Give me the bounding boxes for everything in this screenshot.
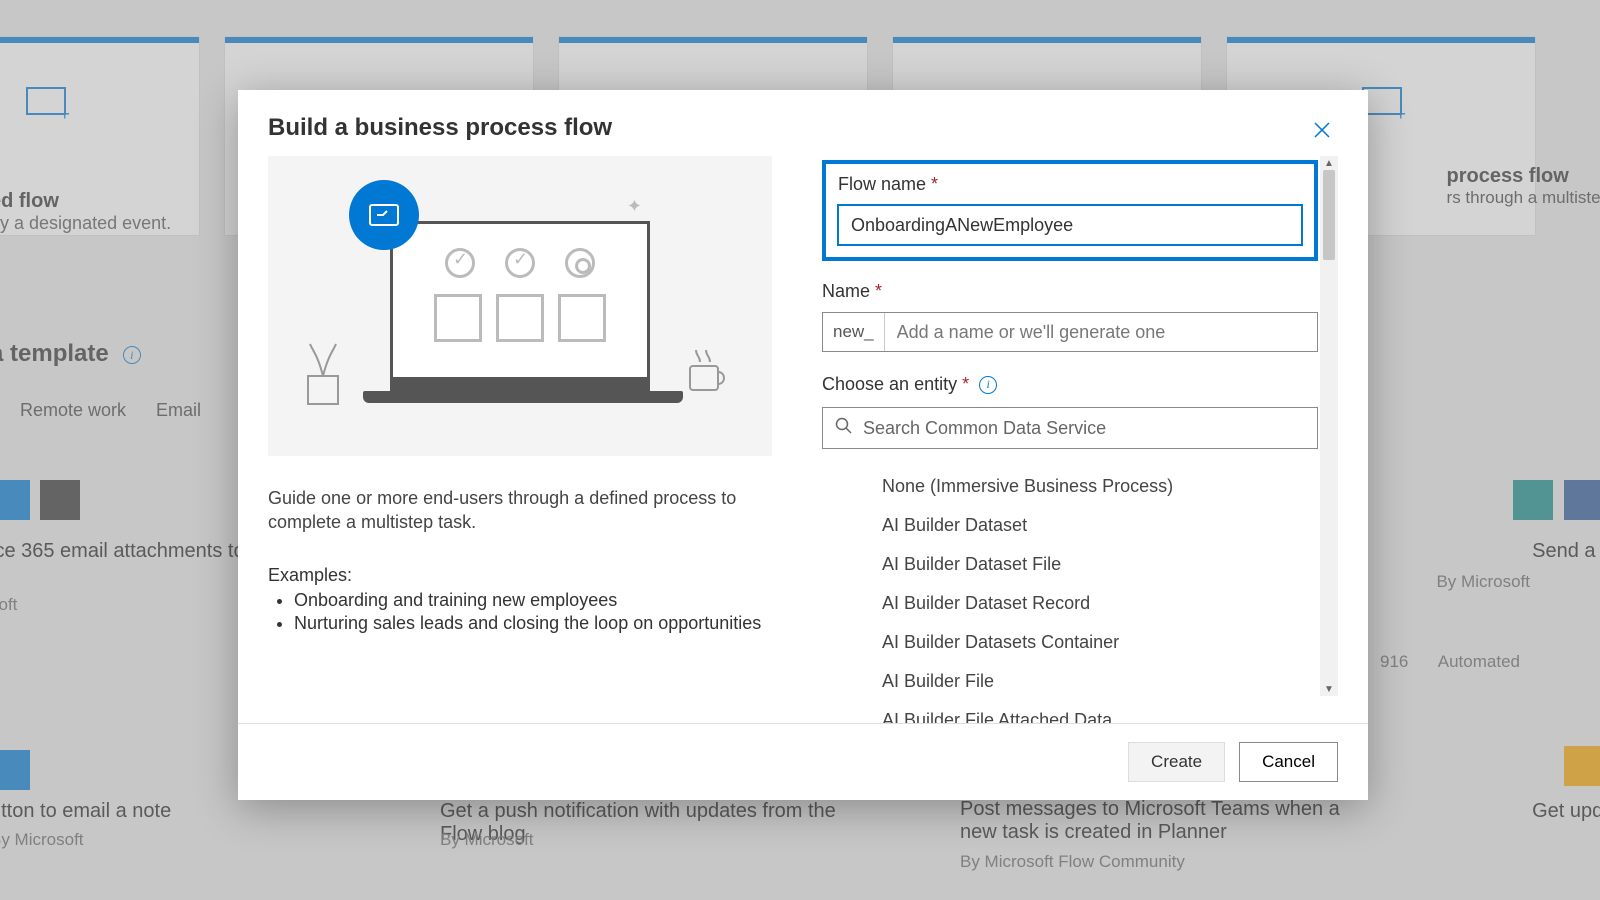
- create-button[interactable]: Create: [1128, 742, 1225, 782]
- entity-option[interactable]: AI Builder Datasets Container: [822, 623, 1318, 662]
- entity-option[interactable]: AI Builder Dataset Record: [822, 584, 1318, 623]
- entity-label-text: Choose an entity: [822, 374, 957, 394]
- required-indicator: *: [875, 281, 882, 301]
- entity-search-input[interactable]: [863, 418, 1305, 439]
- name-field-group: Name * new_: [822, 281, 1318, 352]
- name-input[interactable]: [885, 313, 1317, 351]
- name-input-wrapper: new_: [822, 312, 1318, 352]
- name-prefix: new_: [823, 313, 885, 351]
- search-icon: [835, 417, 853, 440]
- modal-description: Guide one or more end-users through a de…: [268, 486, 772, 535]
- modal-title: Build a business process flow: [268, 114, 612, 142]
- entity-search-box[interactable]: [822, 407, 1318, 449]
- modal-form-panel: ▲ ▼ Flow name * Name * new_: [822, 156, 1338, 723]
- entity-option[interactable]: AI Builder File: [822, 662, 1318, 701]
- form-scrollbar[interactable]: ▲ ▼: [1320, 156, 1338, 696]
- scroll-down-icon: ▼: [1324, 684, 1334, 694]
- flow-icon: [349, 180, 419, 250]
- scroll-up-icon: ▲: [1324, 158, 1334, 168]
- entity-option[interactable]: None (Immersive Business Process): [822, 467, 1318, 506]
- info-icon[interactable]: i: [979, 376, 997, 394]
- examples-list: Onboarding and training new employees Nu…: [268, 590, 772, 634]
- bpf-illustration: ✦: [268, 156, 772, 456]
- modal-left-panel: ✦: [268, 156, 772, 723]
- example-item: Onboarding and training new employees: [294, 590, 772, 611]
- example-item: Nurturing sales leads and closing the lo…: [294, 613, 772, 634]
- name-label: Name *: [822, 281, 1318, 302]
- flow-name-highlight: Flow name *: [822, 160, 1318, 261]
- cancel-button[interactable]: Cancel: [1239, 742, 1338, 782]
- close-button[interactable]: [1306, 114, 1338, 146]
- scroll-thumb[interactable]: [1323, 170, 1335, 260]
- modal-header: Build a business process flow: [238, 90, 1368, 156]
- entity-list: None (Immersive Business Process) AI Bui…: [822, 467, 1318, 723]
- examples-label: Examples:: [268, 565, 772, 586]
- modal-footer: Create Cancel: [238, 723, 1368, 800]
- flow-name-label: Flow name *: [838, 174, 1302, 195]
- entity-option[interactable]: AI Builder Dataset File: [822, 545, 1318, 584]
- entity-label: Choose an entity *: [822, 374, 969, 395]
- required-indicator: *: [931, 174, 938, 194]
- flow-name-input[interactable]: [838, 205, 1302, 245]
- entity-field-group: Choose an entity * i None (Immersive Bus…: [822, 374, 1318, 723]
- flow-name-label-text: Flow name: [838, 174, 926, 194]
- required-indicator: *: [962, 374, 969, 394]
- close-icon: [1314, 122, 1330, 138]
- name-label-text: Name: [822, 281, 870, 301]
- entity-option[interactable]: AI Builder File Attached Data: [822, 701, 1318, 723]
- build-bpf-modal: Build a business process flow ✦: [238, 90, 1368, 800]
- entity-option[interactable]: AI Builder Dataset: [822, 506, 1318, 545]
